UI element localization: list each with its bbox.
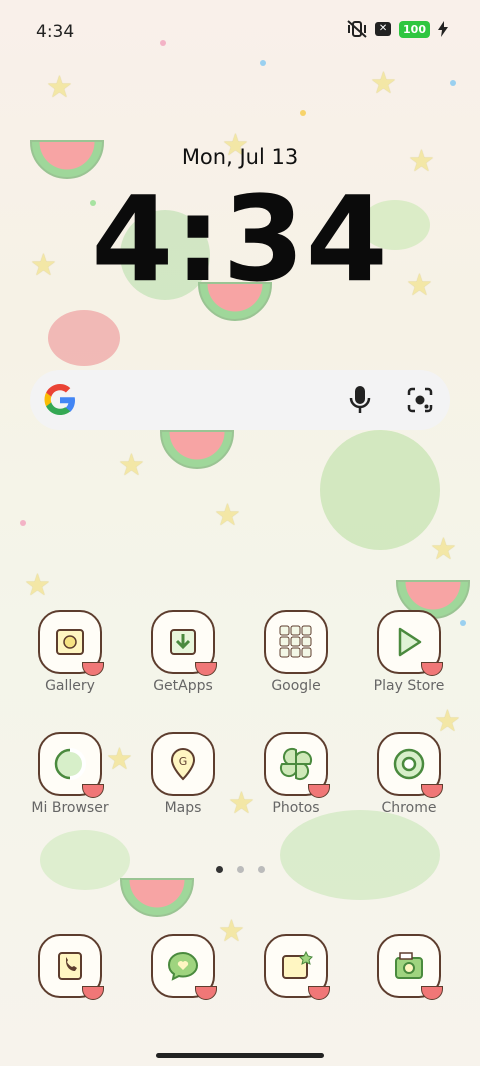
dock-messages[interactable] [133,934,233,1000]
app-google-folder[interactable]: Google [246,610,346,694]
vibrate-off-icon [347,20,367,38]
status-icons: ✕ 100 [347,20,448,38]
notification-close-icon: ✕ [375,22,392,36]
app-label: Photos [272,800,320,816]
dock-phone[interactable] [20,934,120,1000]
notes-icon [264,934,330,1000]
app-label: Maps [164,800,202,816]
app-gallery[interactable]: Gallery [20,610,120,694]
play-store-icon [377,610,443,676]
dock-notes[interactable] [246,934,346,1000]
google-g-icon [44,384,75,415]
clock-date: Mon, Jul 13 [181,145,299,169]
app-photos[interactable]: Photos [246,732,346,816]
status-bar: 4:34 ✕ 100 [0,0,480,60]
messages-icon [151,934,217,1000]
status-time: 4:34 [36,22,75,42]
camera-icon [377,934,443,1000]
google-search-bar[interactable] [30,370,450,430]
clock-time[interactable]: 4:34 [0,170,480,308]
app-chrome[interactable]: Chrome [359,732,459,816]
app-label: Chrome [381,800,437,816]
app-play-store[interactable]: Play Store [359,610,459,694]
maps-icon: G [151,732,215,796]
svg-text:G: G [179,755,188,768]
page-dot [237,866,244,873]
page-indicator[interactable] [216,866,265,873]
page-dot [216,866,223,873]
photos-icon [264,732,330,798]
app-label: Play Store [373,678,445,694]
app-label: GetApps [153,678,213,694]
phone-icon [38,934,104,1000]
google-folder-icon [264,610,328,674]
mic-icon[interactable] [348,384,372,416]
app-getapps[interactable]: GetApps [133,610,233,694]
mi-browser-icon [38,732,104,798]
getapps-icon [151,610,217,676]
page-dot [258,866,265,873]
gallery-icon [38,610,104,676]
app-label: Gallery [45,678,95,694]
app-label: Google [271,678,321,694]
dock-camera[interactable] [359,934,459,1000]
battery-indicator: 100 [399,20,430,38]
lens-icon[interactable] [406,386,434,414]
app-label: Mi Browser [31,800,109,816]
chrome-icon [377,732,443,798]
gesture-navigation-bar[interactable] [156,1053,324,1058]
app-mi-browser[interactable]: Mi Browser [20,732,120,816]
app-maps[interactable]: G Maps [133,732,233,816]
charging-icon [438,21,448,37]
